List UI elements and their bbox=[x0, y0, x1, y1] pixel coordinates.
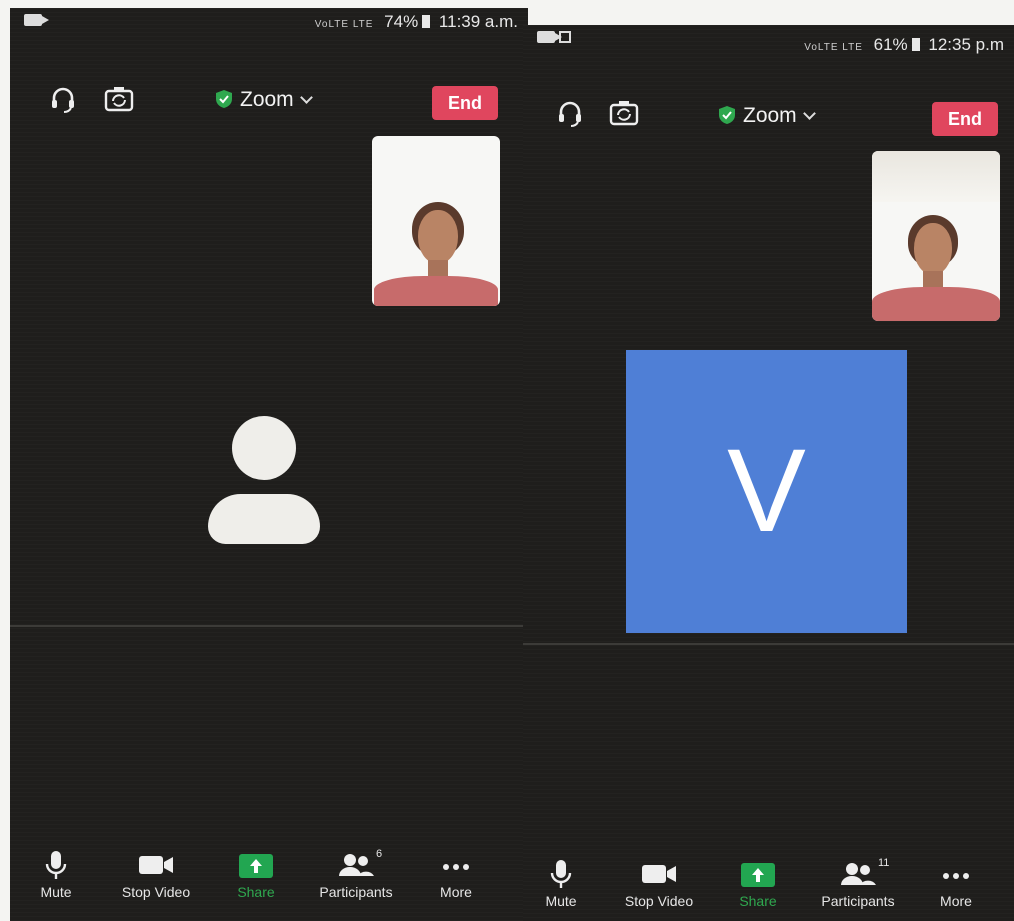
more-button[interactable]: More bbox=[406, 848, 506, 900]
flip-camera-icon[interactable] bbox=[102, 82, 136, 116]
more-label: More bbox=[440, 884, 472, 900]
participants-icon: 11 bbox=[808, 857, 908, 893]
meeting-toolbar: Mute Stop Video Share 6 Participants Mor… bbox=[10, 848, 528, 918]
participants-button[interactable]: 11 Participants bbox=[808, 857, 908, 909]
video-status-icon bbox=[537, 31, 562, 43]
chevron-down-icon bbox=[299, 91, 313, 104]
video-camera-icon bbox=[106, 848, 206, 884]
divider bbox=[10, 625, 528, 627]
active-speaker-tile[interactable]: V bbox=[626, 350, 907, 633]
microphone-icon bbox=[10, 848, 106, 884]
share-arrow-icon bbox=[741, 863, 775, 887]
left-phone-screen: VoLTE LTE 74% 11:39 a.m. Zoom End Mute S… bbox=[10, 8, 528, 921]
stop-video-button[interactable]: Stop Video bbox=[106, 848, 206, 900]
stop-video-label: Stop Video bbox=[624, 893, 694, 909]
flip-camera-icon[interactable] bbox=[607, 96, 641, 130]
self-video-thumbnail[interactable] bbox=[872, 151, 1000, 321]
chevron-down-icon bbox=[802, 107, 816, 120]
more-label: More bbox=[940, 893, 972, 909]
video-status-icon bbox=[24, 14, 49, 26]
meeting-title[interactable]: Zoom bbox=[719, 104, 816, 128]
clock: 11:39 a.m. bbox=[438, 12, 518, 31]
share-label: Share bbox=[237, 884, 275, 900]
avatar-placeholder-body bbox=[208, 494, 320, 544]
status-bar: VoLTE LTE 61% 12:35 p.m bbox=[523, 25, 1014, 54]
participant-initial: V bbox=[727, 425, 806, 557]
video-camera-icon bbox=[609, 857, 709, 893]
meeting-header: Zoom End bbox=[10, 82, 528, 122]
meeting-title-text: Zoom bbox=[743, 104, 797, 127]
more-dots-icon bbox=[906, 857, 1006, 893]
participants-icon: 6 bbox=[306, 848, 406, 884]
share-label: Share bbox=[739, 893, 777, 909]
share-arrow-icon bbox=[239, 854, 273, 878]
mute-label: Mute bbox=[40, 884, 72, 900]
audio-headset-icon[interactable] bbox=[553, 96, 587, 130]
battery-percent: 74% bbox=[384, 12, 419, 31]
meeting-title[interactable]: Zoom bbox=[216, 88, 313, 112]
audio-headset-icon[interactable] bbox=[46, 82, 80, 116]
notification-icon bbox=[559, 31, 571, 43]
mute-label: Mute bbox=[545, 893, 577, 909]
divider bbox=[523, 643, 1014, 645]
clock: 12:35 p.m bbox=[928, 35, 1004, 54]
microphone-icon bbox=[523, 857, 611, 893]
avatar-placeholder-icon bbox=[232, 416, 296, 480]
more-dots-icon bbox=[406, 848, 506, 884]
stop-video-label: Stop Video bbox=[121, 884, 191, 900]
mute-button[interactable]: Mute bbox=[10, 848, 106, 900]
end-button[interactable]: End bbox=[432, 86, 498, 120]
battery-percent: 61% bbox=[873, 35, 908, 54]
more-button[interactable]: More bbox=[906, 857, 1006, 909]
right-phone-screen: VoLTE LTE 61% 12:35 p.m Zoom End V Mute … bbox=[523, 25, 1014, 921]
self-video-thumbnail[interactable] bbox=[372, 136, 500, 306]
meeting-title-text: Zoom bbox=[240, 88, 294, 111]
participants-label: Participants bbox=[821, 893, 895, 909]
participants-button[interactable]: 6 Participants bbox=[306, 848, 406, 900]
mute-button[interactable]: Mute bbox=[523, 857, 611, 909]
participants-count-badge: 11 bbox=[878, 857, 890, 869]
signal-indicator: VoLTE LTE bbox=[314, 19, 374, 30]
signal-indicator: VoLTE LTE bbox=[804, 42, 863, 53]
shield-check-icon bbox=[216, 90, 232, 108]
share-button[interactable]: Share bbox=[206, 848, 306, 900]
meeting-header: Zoom End bbox=[523, 96, 1014, 136]
battery-icon bbox=[911, 38, 920, 51]
share-button[interactable]: Share bbox=[708, 857, 808, 909]
end-button[interactable]: End bbox=[932, 102, 998, 136]
shield-check-icon bbox=[719, 106, 735, 124]
stop-video-button[interactable]: Stop Video bbox=[609, 857, 709, 909]
battery-icon bbox=[422, 15, 431, 28]
participants-count-badge: 6 bbox=[376, 848, 383, 860]
status-bar: VoLTE LTE 74% 11:39 a.m. bbox=[10, 8, 528, 36]
meeting-toolbar: Mute Stop Video Share 11 Participants Mo… bbox=[523, 857, 1014, 921]
participants-label: Participants bbox=[319, 884, 393, 900]
